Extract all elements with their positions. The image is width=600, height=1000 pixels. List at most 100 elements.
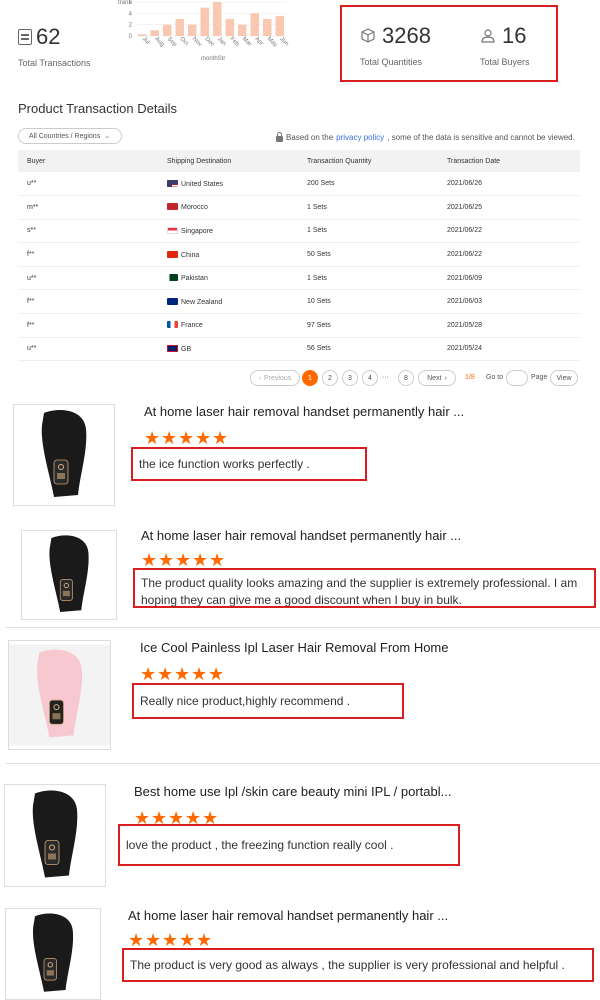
date-cell: 2021/06/22 [438,242,580,267]
view-button[interactable]: View [550,370,578,386]
star-icon: ★ [162,930,179,950]
review-comment: The product quality looks amazing and th… [133,568,596,608]
next-button[interactable]: Next › [418,370,456,386]
product-thumbnail[interactable] [21,530,117,620]
review-product-title[interactable]: Ice Cool Painless Ipl Laser Hair Removal… [140,640,449,655]
star-icon: ★ [179,930,196,950]
destination-cell: Morocco [158,195,298,220]
privacy-suffix: , some of the data is sensitive and cann… [387,133,575,142]
page-8-label: 8 [404,374,408,382]
quantity-cell: 10 Sets [298,289,438,315]
chevron-left-icon: ‹ [258,374,262,382]
x-axis-label: monthStr [201,56,225,62]
total-buyers-value: 16 [502,23,527,48]
x-tick-label: Apr [253,36,264,47]
page-8-button[interactable]: 8 [398,370,414,386]
total-transactions: 62 Total Transactions [18,24,91,68]
quantity-cell: 1 Sets [298,266,438,291]
destination-label: Singapore [181,227,213,235]
buyer-cell: m** [18,195,158,220]
star-icon: ★ [175,550,192,570]
region-select-value: All Countries / Regions [29,132,101,140]
chevron-down-icon: ⌄ [104,133,111,140]
buyer-cell: u** [18,266,158,291]
destination-cell: Pakistan [158,266,298,291]
page-3-label: 3 [348,374,352,382]
x-tick-label: Dec [203,36,215,48]
destination-label: New Zealand [181,298,223,306]
region-select[interactable]: All Countries / Regions ⌄ [18,128,122,144]
flag-icon [167,344,178,352]
review-product-title[interactable]: At home laser hair removal handset perma… [141,528,461,543]
review-comment: The product is very good as always , the… [122,948,594,982]
x-tick-label: Feb [228,36,240,48]
page-2-button[interactable]: 2 [322,370,338,386]
product-thumbnail[interactable] [5,908,101,1000]
device-image [14,405,114,505]
destination-label: United States [181,180,224,188]
chevron-right-icon: › [444,374,447,382]
next-label: Next [427,374,442,382]
review-comment: love the product , the freezing function… [118,824,460,866]
star-icon: ★ [157,664,174,684]
reviews-list: At home laser hair removal handset perma… [0,390,600,1000]
quantity-cell: 200 Sets [298,172,438,197]
star-icon: ★ [192,550,209,570]
page-1-button[interactable]: 1 [302,370,318,386]
product-thumbnail[interactable] [4,784,106,887]
flag-icon [167,179,178,187]
date-cell: 2021/06/26 [438,172,580,197]
highlighted-stats-box: 3268 Total Quantities 16 Total Buyers [340,5,558,82]
destination-cell: Singapore [158,219,298,244]
chart-bar [163,24,172,36]
device-image [5,785,105,886]
header-transaction-quantity: Transaction Quantity [307,157,372,165]
buyer-cell: u** [18,337,158,362]
x-tick-label: Mar [241,36,253,48]
privacy-prefix: Based on the [286,133,334,142]
previous-label: Previous [264,374,292,382]
goto-page-input[interactable] [506,370,528,386]
total-quantities: 3268 Total Quantities [360,23,431,67]
page-3-button[interactable]: 3 [342,370,358,386]
review-product-title[interactable]: At home laser hair removal handset perma… [128,908,448,923]
star-icon: ★ [212,428,229,448]
total-buyers-label: Total Buyers [480,57,530,67]
box-icon [361,28,375,43]
chart-bar [188,24,197,36]
product-thumbnail[interactable] [13,404,115,506]
star-icon: ★ [208,664,225,684]
star-icon: ★ [128,930,145,950]
flag-icon [167,226,178,234]
flag-icon [167,297,178,305]
table-row: u** Pakistan 1 Sets 2021/06/09 [18,266,580,291]
star-rating: ★ ★ ★ ★ ★ [140,664,225,684]
destination-label: Pakistan [181,275,208,283]
device-image [8,909,98,999]
page-count: 1/8 [465,374,475,381]
flag-icon [167,274,178,282]
date-cell: 2021/06/09 [438,266,580,291]
table-row: f** New Zealand 10 Sets 2021/06/03 [18,289,580,315]
review-product-title[interactable]: Best home use Ipl /skin care beauty mini… [134,784,451,799]
x-tick-label: Oct [178,36,189,47]
monthly-transactions-chart: 6 4 2 0 trans Jul Aug Sep Oct Nov Dec Jan Feb Mar Apr M… [110,0,300,64]
review-product-title[interactable]: At home laser hair removal handset perma… [144,404,464,419]
transaction-table: Buyer Shipping Destination Transaction Q… [18,150,580,362]
table-row: u** United States 200 Sets 2021/06/26 [18,172,580,197]
page-4-button[interactable]: 4 [362,370,378,386]
table-row: s** Singapore 1 Sets 2021/06/22 [18,219,580,244]
product-thumbnail[interactable] [8,640,111,750]
page-label: Page [531,374,548,381]
star-icon: ★ [140,664,157,684]
previous-button[interactable]: ‹ Previous [250,370,300,386]
star-icon: ★ [144,428,161,448]
header-buyer: Buyer [27,157,46,165]
total-buyers: 16 Total Buyers [480,23,530,67]
star-icon: ★ [195,428,212,448]
x-tick-label: Nov [191,36,203,48]
privacy-policy-link[interactable]: privacy policy [336,133,384,142]
lock-icon [276,131,283,142]
page-2-label: 2 [328,374,332,382]
chart-bar [275,16,284,36]
